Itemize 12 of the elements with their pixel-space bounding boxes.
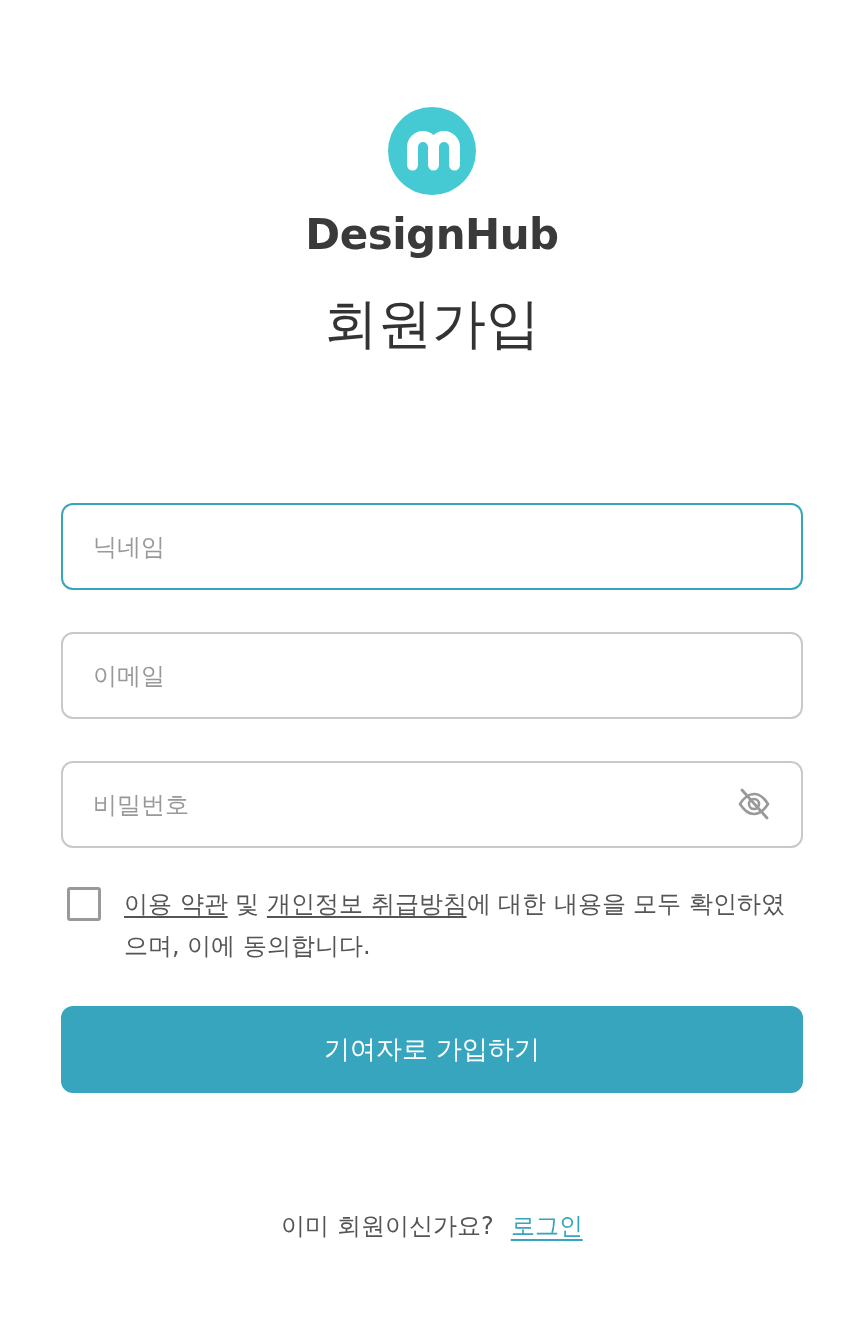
- nickname-field[interactable]: 닉네임: [61, 503, 803, 590]
- page-title: 회원가입: [324, 291, 540, 357]
- logo-icon: [388, 107, 476, 195]
- privacy-policy-link[interactable]: 개인정보 취급방침: [266, 890, 467, 918]
- login-prompt-text: 이미 회원이신가요?: [281, 1211, 494, 1242]
- email-field[interactable]: 이메일: [61, 632, 803, 719]
- eye-slash-icon[interactable]: [737, 788, 771, 820]
- terms-link[interactable]: 이용 약관: [124, 890, 228, 918]
- password-field[interactable]: 비밀번호: [61, 761, 803, 848]
- checkbox[interactable]: [67, 887, 101, 921]
- agreement-text: 이용 약관 및 개인정보 취급방침에 대한 내용을 모두 확인하였으며, 이에 동의합니다.: [124, 889, 787, 962]
- brand-name: DesignHub: [305, 209, 559, 261]
